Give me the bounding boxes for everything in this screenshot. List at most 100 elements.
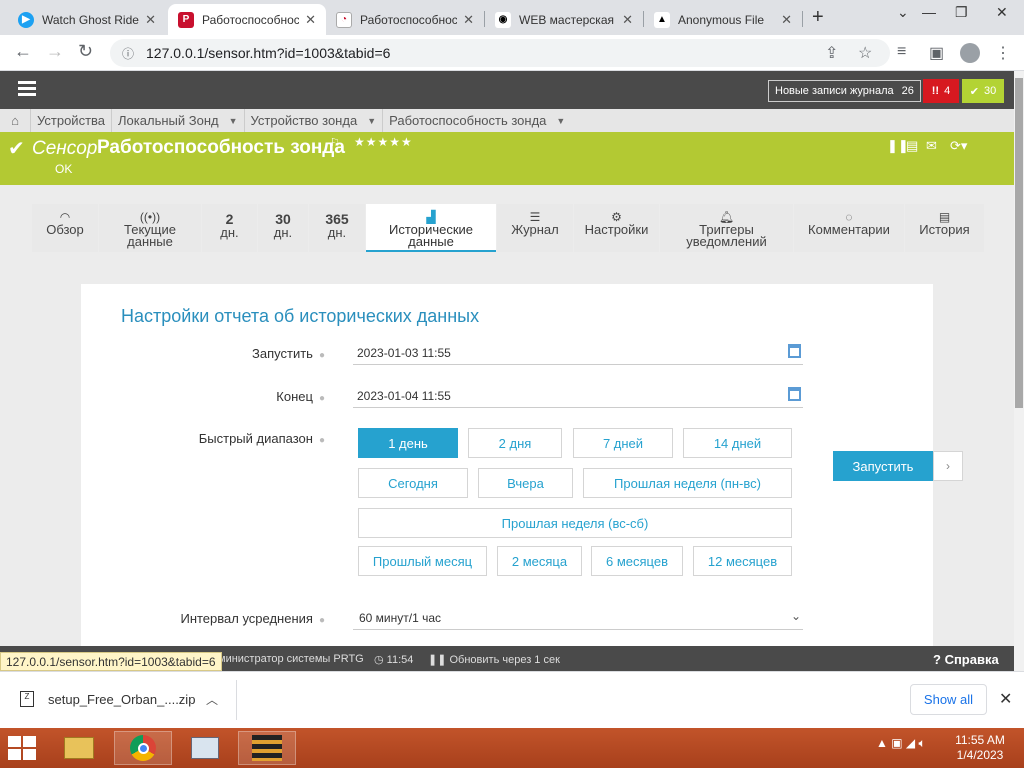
profile-avatar[interactable]: [960, 43, 980, 63]
close-tab-icon[interactable]: ✕: [305, 12, 316, 28]
tab-comments[interactable]: ◌ Комментарии: [794, 204, 904, 252]
tab-log[interactable]: ☰ Журнал: [497, 204, 573, 252]
tab-search-icon[interactable]: ⌄: [897, 4, 909, 21]
flag-icon[interactable]: ⚐: [330, 136, 340, 149]
prtg-top-bar: Новые записи журнала 26 !! 4 ✔ 30: [0, 71, 1014, 109]
chrome-icon[interactable]: [114, 731, 172, 765]
bookmark-star-icon[interactable]: ☆: [858, 43, 872, 63]
breadcrumb-item[interactable]: Устройства: [30, 109, 111, 132]
range-last-week-mon-sun-button[interactable]: Прошлая неделя (пн-вс): [583, 468, 792, 498]
close-tab-icon[interactable]: ✕: [781, 12, 792, 28]
side-panel-icon[interactable]: ▣: [929, 43, 944, 63]
close-tab-icon[interactable]: ✕: [622, 12, 633, 28]
menu-icon[interactable]: ⋮: [995, 43, 1011, 63]
close-icon[interactable]: ✕: [999, 689, 1012, 709]
file-explorer-icon[interactable]: [50, 731, 108, 765]
tab-notification-triggers[interactable]: 🔔︎ Триггеры уведомлений: [660, 204, 793, 252]
start-label: Запустить ●: [252, 346, 325, 361]
tab-30-days[interactable]: 30 дн.: [258, 204, 308, 252]
refresh-icon[interactable]: ⟳▾: [950, 138, 967, 154]
share-icon[interactable]: ⇪: [825, 43, 838, 63]
show-all-button[interactable]: Show all: [910, 684, 987, 715]
reload-icon[interactable]: ↻: [78, 41, 93, 62]
range-1-day-button[interactable]: 1 день: [358, 428, 458, 458]
priority-stars[interactable]: ★★★★★: [354, 135, 413, 149]
app-icon[interactable]: [238, 731, 296, 765]
footer-user[interactable]: министратор системы PRTG: [218, 653, 364, 665]
tab-settings[interactable]: ⚙ Настройки: [574, 204, 659, 252]
range-today-button[interactable]: Сегодня: [358, 468, 468, 498]
avg-interval-select[interactable]: 60 минут/1 час ⌄: [353, 606, 803, 630]
calendar-icon[interactable]: [788, 387, 801, 401]
browser-tab[interactable]: ◉ WEB мастерская ✕: [485, 4, 643, 35]
run-report-button[interactable]: Запустить: [833, 451, 933, 481]
hamburger-menu-icon[interactable]: [18, 81, 36, 99]
back-icon[interactable]: ←: [14, 41, 32, 62]
error-count-badge[interactable]: !! 4: [923, 79, 959, 103]
range-7-days-button[interactable]: 7 дней: [573, 428, 673, 458]
new-tab-icon[interactable]: +: [812, 6, 824, 29]
home-icon[interactable]: ⌂: [0, 113, 30, 128]
tab-history[interactable]: ▤ История: [905, 204, 984, 252]
sensor-name[interactable]: Работоспособность зонда: [97, 137, 345, 159]
end-date-field[interactable]: 2023-01-04 11:55: [353, 384, 803, 408]
breadcrumb-item[interactable]: Локальный Зонд ▼: [111, 109, 244, 132]
chevron-up-icon[interactable]: ︿: [206, 691, 218, 708]
close-window-icon[interactable]: ✕: [996, 4, 1008, 21]
tab-overview[interactable]: ◠ Обзор: [32, 204, 98, 252]
range-2-months-button[interactable]: 2 месяца: [497, 546, 582, 576]
scrollbar-thumb[interactable]: [1015, 78, 1023, 408]
prtg-icon: P: [178, 11, 194, 28]
range-6-months-button[interactable]: 6 месяцев: [591, 546, 683, 576]
tab-live-data[interactable]: ((•)) Текущие данные: [99, 204, 201, 252]
breadcrumb-item[interactable]: Работоспособность зонда ▼: [382, 109, 571, 132]
browser-tab[interactable]: ◔ Работоспособность ✕: [326, 4, 484, 35]
info-icon[interactable]: ●: [319, 615, 325, 626]
range-yesterday-button[interactable]: Вчера: [478, 468, 573, 498]
breadcrumb-item[interactable]: Устройство зонда ▼: [243, 109, 383, 132]
media-icon[interactable]: ≡: [897, 43, 906, 61]
range-last-month-button[interactable]: Прошлый месяц: [358, 546, 487, 576]
chevron-down-icon: ⌄: [790, 609, 801, 623]
restore-icon[interactable]: ❐: [955, 4, 968, 21]
caret-down-icon[interactable]: ▼: [367, 116, 376, 126]
new-log-entries-badge[interactable]: Новые записи журнала 26: [768, 80, 921, 102]
close-tab-icon[interactable]: ✕: [463, 12, 474, 28]
range-14-days-button[interactable]: 14 дней: [683, 428, 792, 458]
range-last-week-sun-sat-button[interactable]: Прошлая неделя (вс-сб): [358, 508, 792, 538]
footer-time: ◷ 11:54: [374, 654, 414, 666]
email-icon[interactable]: ✉: [926, 138, 937, 154]
taskbar-clock[interactable]: 11:55 AM 1/4/2023: [950, 733, 1010, 763]
close-tab-icon[interactable]: ✕: [145, 12, 156, 28]
monitor-app-icon[interactable]: [176, 731, 234, 765]
system-tray[interactable]: ▲ ▣ ◢ 🔈︎: [876, 736, 926, 751]
tab-365-days[interactable]: 365 дн.: [309, 204, 365, 252]
browser-tab-active[interactable]: P Работоспособность ✕: [168, 4, 326, 35]
browser-tab[interactable]: ▲ Anonymous File ✕: [644, 4, 802, 35]
tab-2-days[interactable]: 2 дн.: [202, 204, 257, 252]
info-icon[interactable]: ●: [319, 435, 325, 446]
quick-range-label: Быстрый диапазон ●: [198, 431, 325, 446]
range-12-months-button[interactable]: 12 месяцев: [693, 546, 792, 576]
calendar-icon[interactable]: [788, 344, 801, 358]
pause-icon: ❚❚: [428, 654, 450, 666]
caret-down-icon[interactable]: ▼: [229, 116, 238, 126]
ok-count-badge[interactable]: ✔ 30: [962, 79, 1004, 103]
browser-tab[interactable]: ▶ Watch Ghost Rider ✕: [8, 4, 166, 35]
download-item[interactable]: Z setup_Free_Orban_....zip: [20, 691, 195, 707]
info-icon[interactable]: ●: [319, 350, 325, 361]
range-2-days-button[interactable]: 2 дня: [468, 428, 562, 458]
start-button[interactable]: [8, 736, 38, 760]
chevron-right-icon[interactable]: ›: [933, 451, 963, 481]
caret-down-icon[interactable]: ▼: [556, 116, 565, 126]
info-icon[interactable]: ●: [319, 393, 325, 404]
start-date-field[interactable]: 2023-01-03 11:55: [353, 341, 803, 365]
address-bar[interactable]: ⓘ 127.0.0.1/sensor.htm?id=1003&tabid=6: [110, 39, 890, 67]
minimize-icon[interactable]: —: [922, 4, 936, 20]
info-icon[interactable]: ⓘ: [122, 45, 134, 62]
forward-icon[interactable]: →: [46, 41, 64, 62]
help-link[interactable]: ? Справка: [933, 652, 999, 667]
document-icon[interactable]: ▤: [906, 138, 918, 154]
tab-historic-data[interactable]: ▟ Исторические данные: [366, 204, 496, 252]
footer-refresh[interactable]: ❚❚ Обновить через 1 сек: [428, 653, 560, 666]
